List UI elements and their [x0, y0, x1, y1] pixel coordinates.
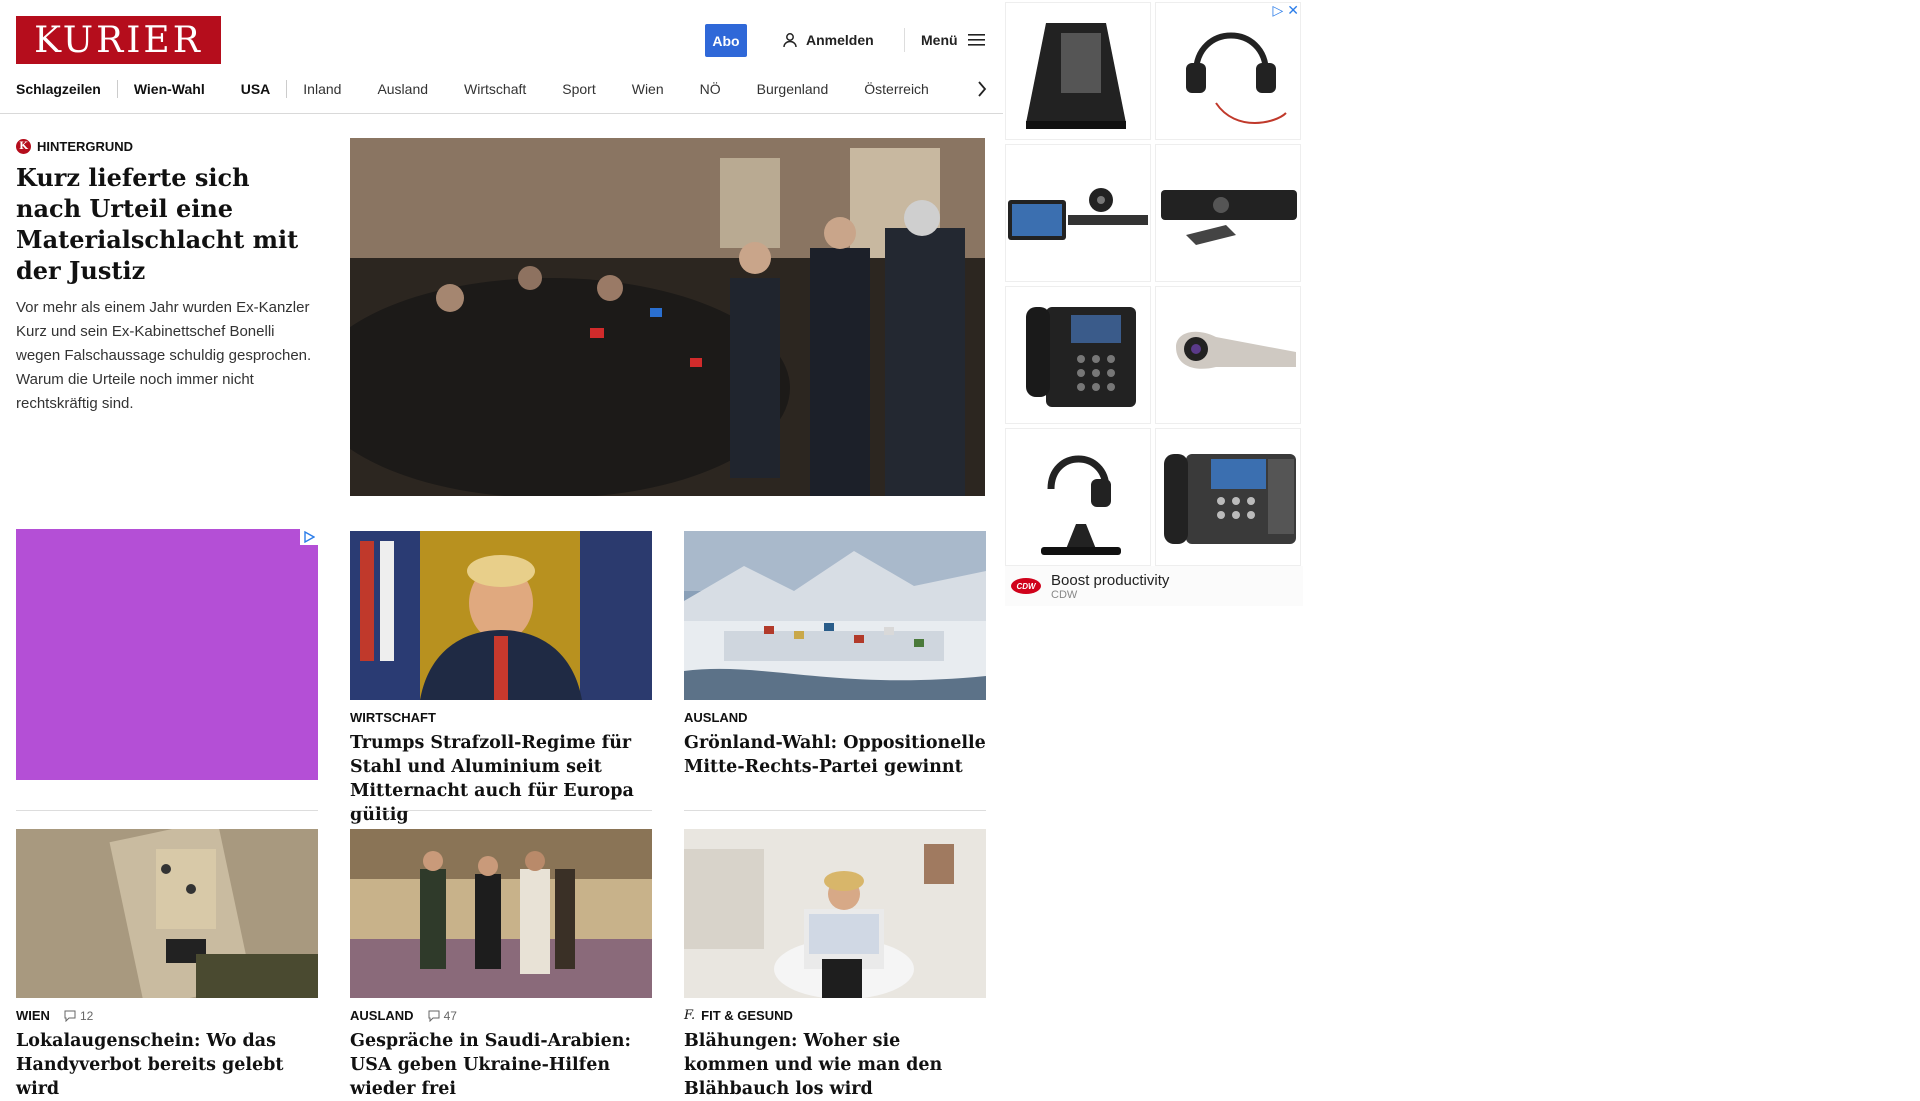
article-card[interactable]: AUSLAND 47 Gespräche in Saudi-Arabien: U… — [350, 829, 652, 1101]
ad-product-webcam[interactable] — [1155, 286, 1301, 424]
adchoices-icon[interactable]: ▷ — [1272, 2, 1283, 19]
section-nav: Schlagzeilen Wien-Wahl USA Inland Auslan… — [16, 78, 965, 100]
article-title[interactable]: Blähungen: Woher sie kommen und wie man … — [684, 1029, 986, 1101]
article-card[interactable]: f. FIT & GESUND Blähungen: Woher sie kom… — [684, 829, 986, 1101]
site-header: KURIER Abo Anmelden Menü Schlagzeilen Wi… — [0, 0, 1005, 114]
divider — [350, 810, 652, 811]
article-category[interactable]: AUSLAND — [350, 1008, 414, 1023]
article-title[interactable]: Gespräche in Saudi-Arabien: USA geben Uk… — [350, 1029, 652, 1101]
article-image[interactable] — [684, 531, 986, 700]
ad-advertiser: CDW — [1051, 588, 1078, 601]
article-card[interactable]: WIRTSCHAFT Trumps Strafzoll-Regime für S… — [350, 531, 652, 827]
nav-item-sport[interactable]: Sport — [562, 81, 595, 97]
ad-product-headset[interactable] — [1155, 2, 1301, 140]
top-story-title[interactable]: Kurz lieferte sich nach Urteil eine Mate… — [16, 162, 316, 286]
comment-count[interactable]: 12 — [64, 1009, 93, 1023]
nav-item-wien-wahl[interactable]: Wien-Wahl — [134, 81, 205, 97]
ad-product-headset-stand[interactable] — [1005, 2, 1151, 140]
nav-separator — [286, 80, 288, 98]
article-image[interactable] — [350, 829, 652, 998]
nav-item-noe[interactable]: NÖ — [700, 81, 721, 97]
ad-controls: ▷ ✕ — [1272, 2, 1299, 19]
ad-footer[interactable]: CDW Boost productivity CDW — [1005, 566, 1303, 606]
article-category[interactable]: AUSLAND — [684, 710, 748, 725]
article-category[interactable]: FIT & GESUND — [701, 1008, 793, 1023]
article-meta: WIEN 12 — [16, 1008, 318, 1023]
abo-button[interactable]: Abo — [705, 24, 747, 57]
divider — [684, 810, 986, 811]
article-title[interactable]: Lokalaugenschein: Wo das Handyverbot ber… — [16, 1029, 318, 1101]
article-category[interactable]: WIEN — [16, 1008, 50, 1023]
ad-product-grid — [1005, 2, 1303, 566]
nav-item-schlagzeilen[interactable]: Schlagzeilen — [16, 81, 101, 97]
hamburger-icon — [967, 34, 985, 46]
nav-separator — [116, 80, 118, 98]
article-title[interactable]: Trumps Strafzoll-Regime für Stahl und Al… — [350, 731, 652, 827]
comment-icon — [428, 1010, 440, 1022]
ad-product-desk-phone[interactable] — [1005, 286, 1151, 424]
article-meta: f. FIT & GESUND — [684, 1008, 986, 1023]
ad-product-business-phone[interactable] — [1155, 428, 1301, 566]
article-title[interactable]: Grönland-Wahl: Oppositionelle Mitte-Rech… — [684, 731, 986, 779]
nav-item-usa[interactable]: USA — [241, 81, 271, 97]
article-image[interactable] — [16, 829, 318, 998]
top-story-kicker: K HINTERGRUND — [16, 139, 316, 154]
comment-icon — [64, 1010, 76, 1022]
article-meta: WIRTSCHAFT — [350, 710, 652, 725]
comment-count-value: 12 — [79, 1008, 94, 1023]
header-divider — [904, 28, 905, 52]
comment-count-value: 47 — [443, 1008, 457, 1023]
kurier-k-icon: K — [16, 139, 31, 154]
sidebar-ad[interactable]: ▷ ✕ CDW Boost productivity CDW — [1003, 0, 1303, 610]
close-icon[interactable]: ✕ — [1287, 2, 1299, 19]
divider — [16, 810, 318, 811]
article-meta: AUSLAND 47 — [350, 1008, 652, 1023]
ad-headline[interactable]: Boost productivity — [1051, 572, 1169, 589]
nav-item-oesterreich[interactable]: Österreich — [864, 81, 929, 97]
purple-ad-banner[interactable] — [16, 529, 318, 780]
user-icon — [783, 33, 797, 48]
chevron-right-icon — [978, 81, 987, 97]
nav-item-ausland[interactable]: Ausland — [377, 81, 428, 97]
nav-item-wirtschaft[interactable]: Wirtschaft — [464, 81, 526, 97]
cdw-logo: CDW — [1011, 578, 1041, 594]
top-story-summary: Vor mehr als einem Jahr wurden Ex-Kanzle… — [16, 299, 312, 412]
nav-item-burgenland[interactable]: Burgenland — [757, 81, 829, 97]
ad-product-video-bar[interactable] — [1155, 144, 1301, 282]
ad-product-video-conf[interactable] — [1005, 144, 1151, 282]
article-card[interactable]: AUSLAND Grönland-Wahl: Oppositionelle Mi… — [684, 531, 986, 779]
top-story-text[interactable]: K HINTERGRUND Kurz lieferte sich nach Ur… — [16, 139, 316, 416]
top-story-image[interactable] — [350, 138, 985, 496]
comment-count[interactable]: 47 — [428, 1009, 457, 1023]
login-button[interactable]: Anmelden — [782, 28, 874, 52]
nav-item-inland[interactable]: Inland — [303, 81, 341, 97]
ad-product-wireless-headset[interactable] — [1005, 428, 1151, 566]
kurier-logo[interactable]: KURIER — [16, 16, 221, 64]
login-label: Anmelden — [806, 32, 874, 48]
kicker-label: HINTERGRUND — [37, 139, 134, 154]
nav-item-wien[interactable]: Wien — [632, 81, 664, 97]
adchoices-icon[interactable] — [300, 529, 318, 545]
nav-scroll-right-button[interactable] — [972, 78, 992, 100]
fit-gesund-icon: f. — [684, 1008, 696, 1023]
article-card[interactable]: WIEN 12 Lokalaugenschein: Wo das Handyve… — [16, 829, 318, 1101]
article-meta: AUSLAND — [684, 710, 986, 725]
article-category[interactable]: WIRTSCHAFT — [350, 710, 436, 725]
article-image[interactable] — [350, 531, 652, 700]
menu-label: Menü — [921, 32, 958, 48]
article-image[interactable] — [684, 829, 986, 998]
menu-button[interactable]: Menü — [921, 28, 986, 52]
